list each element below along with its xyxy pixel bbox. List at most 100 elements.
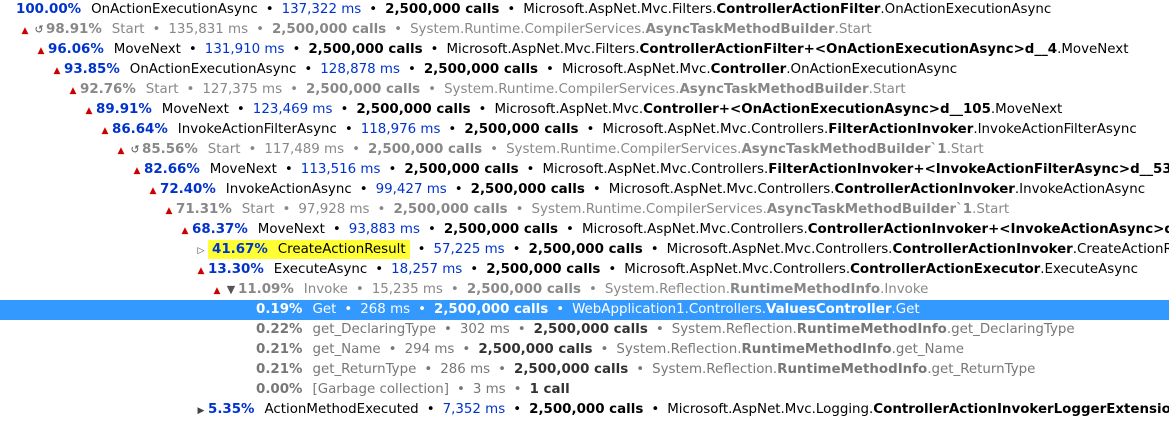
percent-value: 0.21% (256, 342, 303, 357)
method-name: MoveNext (257, 222, 325, 237)
tree-row[interactable]: 0.21% get_ReturnType • 286 ms • 2,500,000 cal… (0, 360, 1169, 380)
tree-row[interactable]: ▲ 86.64% InvokeActionFilterAsync • 118,976 m… (0, 120, 1169, 140)
call-count: 2,500,000 calls (434, 302, 549, 317)
call-count: 2,500,000 calls (305, 82, 421, 97)
method-name: MoveNext (209, 162, 277, 177)
tree-row[interactable]: ▲ 71.31% Start • 97,928 ms • 2,500,000 calls • S… (0, 200, 1169, 220)
class-name: FilterActionInvoker (828, 122, 974, 137)
tree-row[interactable]: ▲ 72.40% InvokeActionAsync • 99,427 ms • 2,500… (0, 180, 1169, 200)
tree-row[interactable]: 100.00% OnActionExecutionAsync • 137,322 ms… (0, 0, 1169, 20)
tree-row[interactable]: ▲ ↺ 98.91% Start • 135,831 ms • 2,500,000 calls… (0, 20, 1169, 40)
expand-toggle-icon[interactable]: ▲ (34, 41, 48, 60)
tree-row[interactable]: ▲ 13.30% ExecuteAsync • 18,257 ms • 2,500,000 … (0, 260, 1169, 280)
expand-toggle-icon[interactable]: ▲ (130, 161, 144, 180)
separator-dot: • (377, 202, 386, 217)
expand-toggle-icon[interactable]: ▲ (18, 21, 32, 40)
expand-toggle-icon[interactable]: ▲ (146, 181, 160, 200)
call-count: 2,500,000 calls (423, 62, 539, 77)
percent-value: 68.37% (192, 222, 248, 237)
tree-row[interactable]: ▲ 68.37% MoveNext • 93,883 ms • 2,500,000 call… (0, 220, 1169, 240)
call-head: 5.35% ActionMethodExecuted (208, 402, 419, 417)
percent-value: 86.64% (112, 122, 168, 137)
tree-row[interactable]: ▲ 96.06% MoveNext • 131,910 ms • 2,500,000 cal… (0, 40, 1169, 60)
separator-dot: • (512, 242, 521, 257)
method-name: get_ReturnType (312, 362, 417, 377)
class-name: AsyncTaskMethodBuilder`1 (741, 142, 947, 157)
percent-value: 71.31% (176, 202, 232, 217)
tree-row[interactable]: ▶ 5.35% ActionMethodExecuted • 7,352 ms • 2,50… (0, 400, 1169, 420)
namespace: System.Runtime.CompilerServices. (410, 22, 646, 37)
separator-dot: • (236, 102, 245, 117)
call-head: 96.06% MoveNext (48, 42, 181, 57)
tree-row[interactable]: 0.00% [Garbage collection] • 3 ms • 1 call (0, 380, 1169, 400)
call-head: 92.76% Start (80, 82, 179, 97)
method-suffix: .OnActionExecutionAsync (880, 2, 1052, 17)
tree-row[interactable]: ▲ ↺ 85.56% Start • 117,489 ms • 2,500,000 calls… (0, 140, 1169, 160)
separator-dot: • (256, 22, 264, 37)
namespace: System.Runtime.CompilerServices. (444, 82, 680, 97)
separator-dot: • (592, 182, 601, 197)
method-name: ActionMethodExecuted (264, 402, 419, 417)
expand-toggle-icon[interactable]: ▶ (194, 401, 208, 420)
tree-row[interactable]: 0.19% Get • 268 ms • 2,500,000 calls • WebAppli… (0, 300, 1169, 320)
percent-value: 93.85% (64, 62, 120, 77)
separator-dot: • (375, 262, 384, 277)
method-suffix: .OnActionExecutionAsync (786, 62, 958, 77)
call-tree-view: 100.00% OnActionExecutionAsync • 137,322 ms… (0, 0, 1169, 429)
call-count: 2,500,000 calls (271, 22, 387, 37)
percent-value: 96.06% (48, 42, 104, 57)
call-head: 100.00% OnActionExecutionAsync (16, 2, 258, 17)
separator-dot: • (188, 42, 197, 57)
call-head: 98.91% Start (46, 22, 145, 37)
separator-dot: • (265, 2, 274, 17)
expand-toggle-icon[interactable]: ▲ (178, 221, 192, 240)
call-count: 2,500,000 calls (393, 202, 508, 217)
expand-toggle-icon[interactable]: ▲ (210, 281, 224, 300)
tree-row[interactable]: ▲ ▼ 11.09% Invoke • 15,235 ms • 2,500,000 calls… (0, 280, 1169, 300)
separator-dot: • (352, 142, 360, 157)
separator-dot: • (292, 42, 301, 57)
namespace: Microsoft.AspNet.Mvc.Filters. (523, 2, 717, 17)
recursion-icon: ↺ (130, 143, 140, 156)
tree-row[interactable]: 0.22% get_DeclaringType • 302 ms • 2,500,000 … (0, 320, 1169, 340)
call-head: 68.37% MoveNext (192, 222, 325, 237)
method-suffix: .InvokeActionFilterAsync (973, 122, 1137, 137)
time-value: 3 ms (472, 382, 506, 397)
time-value: 15,235 ms (371, 282, 443, 297)
tree-row[interactable]: ▲ 92.76% Start • 127,375 ms • 2,500,000 calls •… (0, 80, 1169, 100)
time-value: 302 ms (459, 322, 510, 337)
expand-toggle-icon[interactable]: ▲ (66, 81, 80, 100)
expand-toggle-icon[interactable]: ▲ (50, 61, 64, 80)
tree-row[interactable]: ▲ 89.91% MoveNext • 123,469 ms • 2,500,000 cal… (0, 100, 1169, 120)
time-value: 99,427 ms (375, 182, 447, 197)
expand-toggle-icon[interactable]: ▷ (194, 241, 208, 260)
separator-dot: • (650, 242, 659, 257)
namespace: Microsoft.AspNet.Mvc.Controllers. (666, 242, 893, 257)
percent-value: 11.09% (238, 282, 294, 297)
tree-row[interactable]: 0.21% get_Name • 294 ms • 2,500,000 calls • Sys… (0, 340, 1169, 360)
method-suffix: .MoveNext (990, 102, 1063, 117)
method-suffix: .Start (868, 82, 906, 97)
namespace: Microsoft.AspNet.Mvc.Controllers. (602, 122, 829, 137)
separator-dot: • (152, 22, 161, 37)
class-name: Controller+<OnActionExecutionAsync>d__10… (643, 102, 991, 117)
tree-row[interactable]: ▲ 82.66% MoveNext • 113,516 ms • 2,500,000 cal… (0, 160, 1169, 180)
tree-row[interactable]: ▷ 41.67% CreateActionResult • 57,225 ms • 2,50… (0, 240, 1169, 260)
expand-toggle-icon[interactable]: ▲ (98, 121, 112, 140)
expand-toggle-icon[interactable]: ▲ (194, 261, 208, 280)
expand-toggle-icon[interactable]: ▲ (114, 141, 128, 160)
call-head: 93.85% OnActionExecutionAsync (64, 62, 296, 77)
separator-dot: • (248, 142, 257, 157)
tree-row[interactable]: ▲ 93.85% OnActionExecutionAsync • 128,878 ms… (0, 60, 1169, 80)
separator-dot: • (388, 162, 397, 177)
separator-dot: • (600, 342, 609, 357)
call-count: 2,500,000 calls (466, 282, 581, 297)
separator-dot: • (355, 282, 364, 297)
separator-dot: • (388, 342, 397, 357)
namespace: System.Reflection. (616, 342, 742, 357)
expand-toggle-icon[interactable]: ▲ (82, 101, 96, 120)
percent-value: 0.19% (256, 302, 303, 317)
expand-toggle-icon[interactable]: ▲ (162, 201, 176, 220)
call-count: 2,500,000 calls (464, 122, 579, 137)
method-name: Invoke (303, 282, 348, 297)
